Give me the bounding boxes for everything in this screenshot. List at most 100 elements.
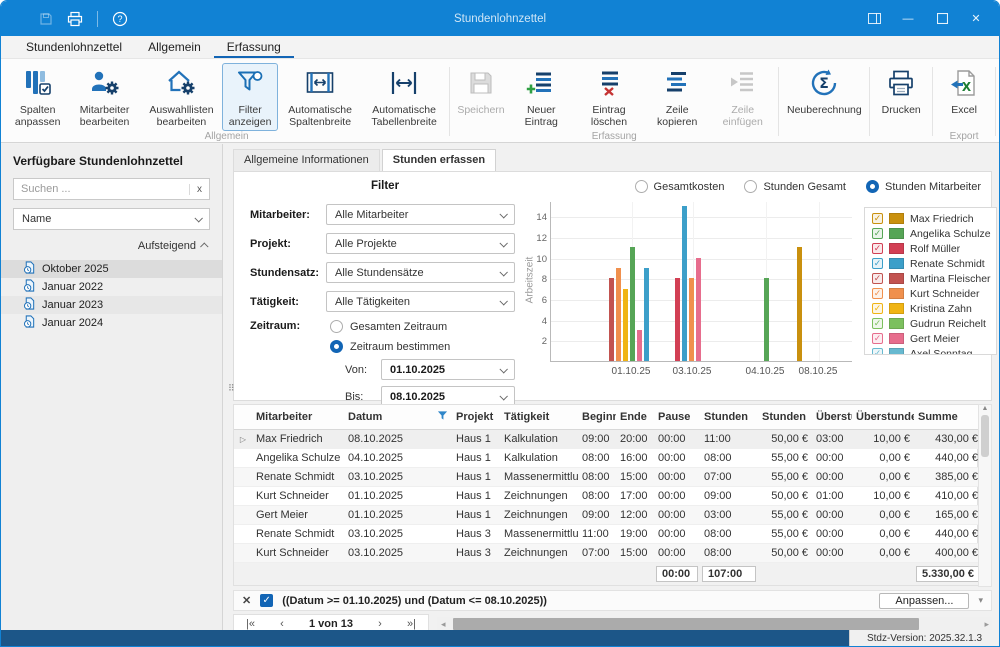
search-input[interactable] (14, 183, 189, 195)
table-cell[interactable]: Haus 1 (452, 430, 500, 449)
filter-field-select[interactable]: Alle Tätigkeiten (326, 291, 515, 312)
legend-item[interactable]: ✓Kristina Zahn (865, 301, 996, 316)
table-cell[interactable]: 09:00 (578, 430, 616, 449)
table-cell[interactable]: 440,00 € (914, 525, 982, 544)
chart-bar[interactable] (797, 247, 802, 361)
table-cell[interactable]: 00:00 (812, 449, 852, 468)
minimize-button[interactable]: — (891, 4, 925, 34)
table-row[interactable]: Renate Schmidt03.10.2025Haus 3Massenermi… (234, 525, 982, 544)
table-cell[interactable]: 09:00 (578, 506, 616, 525)
filter-field-select[interactable]: Alle Mitarbeiter (326, 204, 515, 225)
column-header-11[interactable]: Summe (914, 405, 982, 430)
table-cell[interactable]: Renate Schmidt (252, 468, 344, 487)
help-icon[interactable]: ? (112, 11, 128, 27)
table-cell[interactable]: 0,00 € (852, 544, 914, 563)
table-cell[interactable]: 55,00 € (758, 449, 812, 468)
timesheet-item[interactable]: Januar 2022 (1, 278, 222, 296)
table-horizontal-scrollbar[interactable]: ◂ ▸ (437, 617, 992, 631)
content-tab-1[interactable]: Stunden erfassen (382, 149, 496, 171)
table-cell[interactable]: 00:00 (812, 468, 852, 487)
table-cell[interactable]: 03.10.2025 (344, 544, 452, 563)
table-cell[interactable]: 50,00 € (758, 544, 812, 563)
chart-bar[interactable] (637, 330, 642, 361)
table-cell[interactable]: 00:00 (654, 525, 700, 544)
table-cell[interactable]: 15:00 (616, 544, 654, 563)
table-cell[interactable]: 17:00 (616, 487, 654, 506)
close-button[interactable]: ✕ (959, 4, 993, 34)
panel-splitter-handle[interactable]: ⠿ (228, 384, 235, 393)
auswahllisten-bearbeiten-button[interactable]: Auswahllisten bearbeiten (141, 63, 222, 131)
table-cell[interactable]: Kurt Schneider (252, 544, 344, 563)
filter-dropdown-icon[interactable]: ▾ (978, 595, 983, 606)
table-cell[interactable]: Haus 1 (452, 449, 500, 468)
table-cell[interactable]: 03:00 (812, 430, 852, 449)
sort-order-toggle[interactable]: Aufsteigend (138, 240, 208, 252)
table-cell[interactable]: 0,00 € (852, 449, 914, 468)
table-cell[interactable]: 55,00 € (758, 525, 812, 544)
table-cell[interactable]: 10,00 € (852, 430, 914, 449)
automatische-spaltenbreite-button[interactable]: Automatische Spaltenbreite (278, 63, 362, 131)
chart-bar[interactable] (623, 289, 628, 361)
table-cell[interactable]: Gert Meier (252, 506, 344, 525)
date-from-picker[interactable]: 01.10.2025 (381, 359, 515, 380)
table-cell[interactable]: 00:00 (654, 468, 700, 487)
table-cell[interactable]: 440,00 € (914, 449, 982, 468)
table-cell[interactable]: 00:00 (812, 544, 852, 563)
chart-bar[interactable] (630, 247, 635, 361)
table-cell[interactable]: 01.10.2025 (344, 506, 452, 525)
table-cell[interactable]: 08:00 (578, 449, 616, 468)
maximize-button[interactable] (925, 4, 959, 34)
table-cell[interactable]: Haus 1 (452, 487, 500, 506)
table-cell[interactable]: Zeichnungen (500, 506, 578, 525)
legend-item[interactable]: ✓Rolf Müller (865, 241, 996, 256)
column-filter-icon[interactable] (437, 410, 448, 424)
table-cell[interactable]: 00:00 (654, 544, 700, 563)
chart-mode-option[interactable]: Stunden Gesamt (744, 180, 846, 193)
neuer-eintrag-button[interactable]: Neuer Eintrag (509, 63, 574, 131)
column-header-8[interactable]: Stunden (758, 405, 812, 430)
chart-bar[interactable] (696, 258, 701, 361)
column-header-5[interactable]: Ende (616, 405, 654, 430)
table-cell[interactable]: 10,00 € (852, 487, 914, 506)
table-cell[interactable]: 400,00 € (914, 544, 982, 563)
scroll-left-icon[interactable]: ◂ (437, 619, 450, 630)
table-row[interactable]: Angelika Schulze04.10.2025Haus 1Kalkulat… (234, 449, 982, 468)
chart-bar[interactable] (644, 268, 649, 361)
quick-save-icon[interactable] (39, 12, 53, 26)
table-cell[interactable]: 11:00 (700, 430, 758, 449)
table-cell[interactable]: Max Friedrich (252, 430, 344, 449)
zeile-einfuegen-button[interactable]: Zeile einfügen (710, 63, 776, 131)
table-cell[interactable]: 00:00 (654, 487, 700, 506)
legend-item[interactable]: ✓Axel Sonntag (865, 346, 996, 355)
menu-tab-stundenlohnzettel[interactable]: Stundenlohnzettel (13, 36, 135, 58)
table-cell[interactable]: 08:00 (700, 525, 758, 544)
filter-field-select[interactable]: Alle Projekte (326, 233, 515, 254)
column-header-3[interactable]: Tätigkeit (500, 405, 578, 430)
table-cell[interactable]: 08:00 (578, 487, 616, 506)
table-cell[interactable]: 07:00 (578, 544, 616, 563)
scrollbar-thumb[interactable] (981, 415, 989, 457)
table-cell[interactable]: 385,00 € (914, 468, 982, 487)
table-cell[interactable]: Zeichnungen (500, 544, 578, 563)
table-cell[interactable]: 16:00 (616, 449, 654, 468)
pager-first-button[interactable]: |« (246, 618, 255, 630)
table-cell[interactable]: Haus 3 (452, 525, 500, 544)
legend-checkbox[interactable]: ✓ (872, 228, 883, 239)
chart-mode-option[interactable]: Gesamtkosten (635, 180, 725, 193)
table-cell[interactable]: 0,00 € (852, 525, 914, 544)
table-cell[interactable]: Kalkulation (500, 449, 578, 468)
table-cell[interactable]: 00:00 (812, 525, 852, 544)
legend-checkbox[interactable]: ✓ (872, 303, 883, 314)
legend-checkbox[interactable]: ✓ (872, 333, 883, 344)
menu-tab-allgemein[interactable]: Allgemein (135, 36, 214, 58)
table-cell[interactable]: 08.10.2025 (344, 430, 452, 449)
table-cell[interactable]: 08:00 (578, 468, 616, 487)
column-header-2[interactable]: Projekt (452, 405, 500, 430)
table-cell[interactable]: 01.10.2025 (344, 487, 452, 506)
table-cell[interactable]: Renate Schmidt (252, 525, 344, 544)
chart-bar[interactable] (689, 278, 694, 361)
table-cell[interactable]: 410,00 € (914, 487, 982, 506)
pager-next-button[interactable]: › (378, 618, 382, 630)
chart-bar[interactable] (675, 278, 680, 361)
table-cell[interactable]: 15:00 (616, 468, 654, 487)
